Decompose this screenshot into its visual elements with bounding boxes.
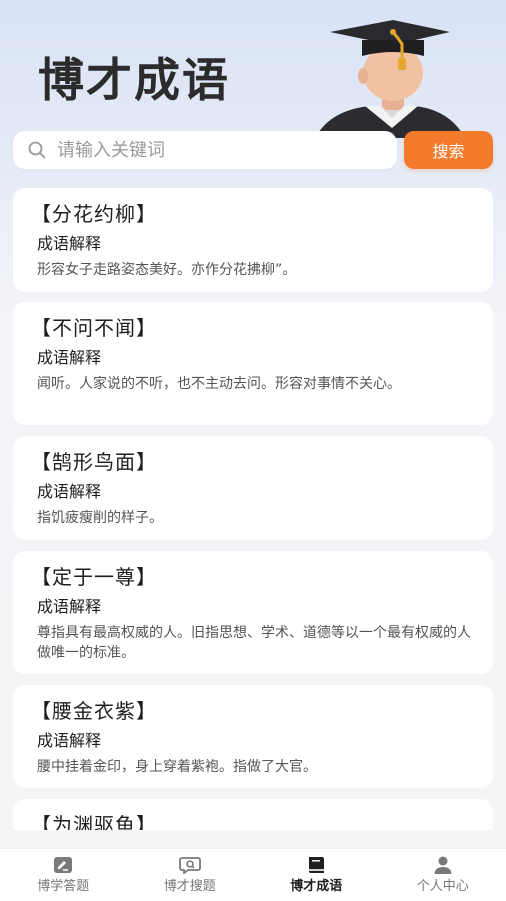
idiom-description: 闻听。人家说的不听，也不主动去问。形容对事情不关心。 — [37, 374, 479, 394]
nav-item-profile[interactable]: 个人中心 — [380, 849, 506, 901]
idiom-card[interactable]: 【鹄形鸟面】 成语解释 指饥疲瘦削的样子。 — [13, 436, 493, 540]
nav-item-idioms[interactable]: 博才成语 — [253, 849, 380, 901]
idiom-description: 指饥疲瘦削的样子。 — [37, 508, 479, 528]
nav-label: 博学答题 — [37, 878, 89, 896]
idiom-title: 【定于一尊】 — [31, 563, 479, 591]
search-icon — [27, 140, 47, 160]
nav-item-quiz[interactable]: 博学答题 — [0, 849, 127, 901]
idiom-card[interactable]: 【定于一尊】 成语解释 尊指具有最高权威的人。旧指思想、学术、道德等以一个最有权… — [13, 551, 493, 674]
idiom-card[interactable]: 【不问不闻】 成语解释 闻听。人家说的不听，也不主动去问。形容对事情不关心。 — [13, 302, 493, 425]
idiom-card[interactable]: 【分花约柳】 成语解释 形容女子走路姿态美好。亦作分花拂柳”。 — [13, 188, 493, 292]
book-icon — [305, 855, 327, 875]
nav-label: 博才成语 — [290, 878, 342, 896]
nav-label: 博才搜题 — [164, 878, 216, 896]
bottom-nav: 博学答题 博才搜题 博才成语 个人中心 — [0, 848, 506, 901]
idiom-title: 【不问不闻】 — [31, 314, 479, 342]
nav-label: 个人中心 — [417, 878, 469, 896]
idiom-description: 尊指具有最高权威的人。旧指思想、学术、道德等以一个最有权威的人做唯一的标准。 — [37, 623, 479, 663]
idiom-description: 形容女子走路姿态美好。亦作分花拂柳”。 — [37, 260, 479, 280]
idiom-subtitle: 成语解释 — [37, 730, 479, 752]
header: 博才成语 — [0, 0, 506, 135]
idiom-subtitle: 成语解释 — [37, 481, 479, 503]
idiom-title: 【分花约柳】 — [31, 200, 479, 228]
nav-item-search-questions[interactable]: 博才搜题 — [127, 849, 254, 901]
search-box — [13, 131, 397, 169]
search-input[interactable] — [55, 139, 379, 162]
quiz-icon — [52, 855, 74, 875]
page-title: 博才成语 — [38, 50, 230, 110]
user-icon — [432, 855, 454, 875]
idiom-description: 腰中挂着金印，身上穿着紫袍。指做了大官。 — [37, 757, 479, 777]
idiom-title: 【为渊驱鱼】 — [31, 811, 479, 830]
search-question-icon — [179, 855, 201, 875]
idiom-card[interactable]: 【为渊驱鱼】 — [13, 799, 493, 830]
graduate-mascot-icon — [310, 18, 470, 138]
idiom-card[interactable]: 【腰金衣紫】 成语解释 腰中挂着金印，身上穿着紫袍。指做了大官。 — [13, 685, 493, 788]
idiom-title: 【腰金衣紫】 — [31, 697, 479, 725]
search-button[interactable]: 搜索 — [404, 131, 493, 169]
idiom-subtitle: 成语解释 — [37, 347, 479, 369]
idiom-subtitle: 成语解释 — [37, 596, 479, 618]
idiom-list: 【分花约柳】 成语解释 形容女子走路姿态美好。亦作分花拂柳”。 【不问不闻】 成… — [13, 188, 493, 830]
idiom-title: 【鹄形鸟面】 — [31, 448, 479, 476]
idiom-subtitle: 成语解释 — [37, 233, 479, 255]
